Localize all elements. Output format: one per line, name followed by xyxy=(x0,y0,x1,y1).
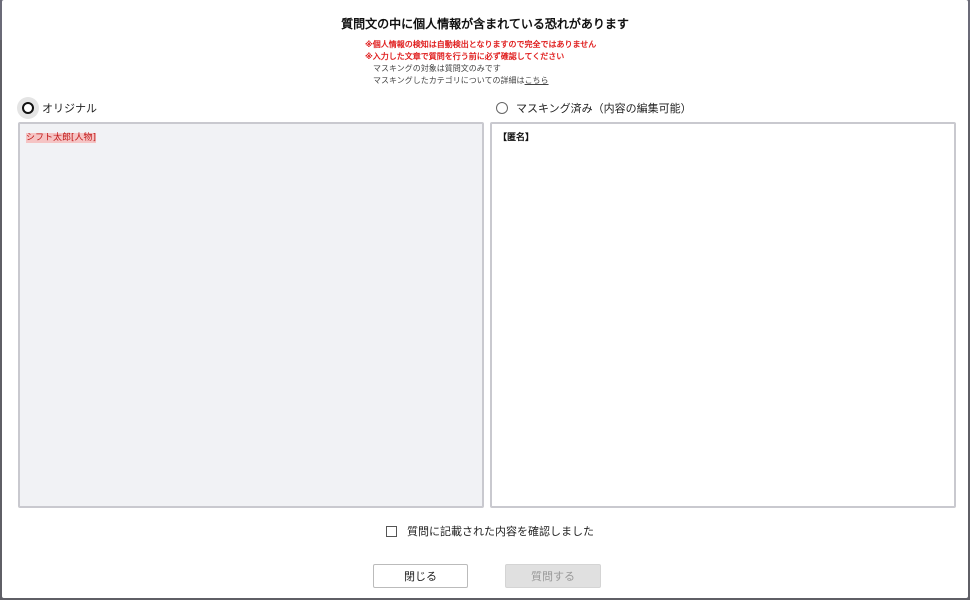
masking-category-details-link[interactable]: こちら xyxy=(525,76,549,85)
detected-pii-highlight: シフト太郎[人物] xyxy=(26,133,97,143)
original-label: オリジナル xyxy=(42,102,97,115)
submit-question-button[interactable]: 質問する xyxy=(505,564,601,588)
masked-text: 【匿名】 xyxy=(498,133,535,143)
option-masked[interactable]: マスキング済み（内容の編集可能） xyxy=(496,100,692,116)
confirm-label: 質問に記載された内容を確認しました xyxy=(407,525,594,538)
warning-line-2: ※入力した文章で質問を行う前に必ず確認してください xyxy=(365,52,565,61)
masked-radio[interactable] xyxy=(496,102,508,114)
pii-warning-dialog: 質問文の中に個人情報が含まれている恐れがあります ※個人情報の検知は自動検出とな… xyxy=(2,0,968,598)
info-line-1: マスキングの対象は質問文のみです xyxy=(373,64,501,73)
close-button[interactable]: 閉じる xyxy=(373,564,468,588)
notice-block: ※個人情報の検知は自動検出となりますので完全ではありません ※入力した文章で質問… xyxy=(365,39,596,87)
option-original[interactable]: オリジナル xyxy=(22,100,97,116)
masked-label: マスキング済み（内容の編集可能） xyxy=(516,102,692,115)
info-line-2-text: マスキングしたカテゴリについての詳細は xyxy=(373,76,525,85)
confirm-checkbox[interactable] xyxy=(386,525,397,537)
dialog-title: 質問文の中に個人情報が含まれている恐れがあります xyxy=(341,17,629,31)
confirm-row[interactable]: 質問に記載された内容を確認しました xyxy=(386,523,594,539)
original-radio[interactable] xyxy=(22,102,34,114)
warning-line-1: ※個人情報の検知は自動検出となりますので完全ではありません xyxy=(365,40,597,49)
info-line-2: マスキングしたカテゴリについての詳細はこちら xyxy=(365,75,596,87)
masked-text-editor[interactable]: 【匿名】 xyxy=(490,122,956,508)
original-text-area: シフト太郎[人物] xyxy=(18,122,484,508)
